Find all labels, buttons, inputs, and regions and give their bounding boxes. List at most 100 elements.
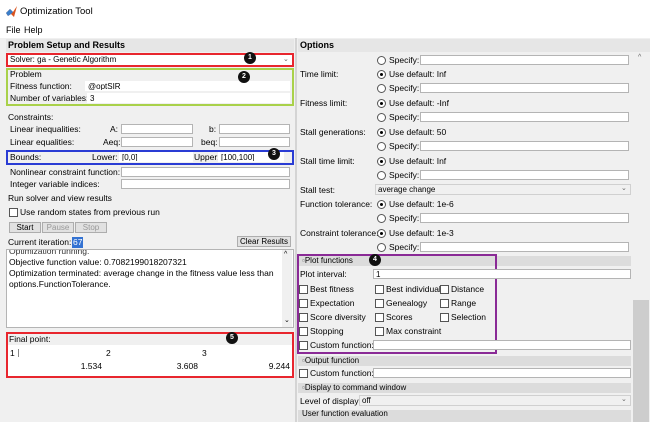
stall-test-select[interactable]: average change: [375, 184, 631, 195]
stopping-label: Stopping: [310, 326, 344, 336]
integer-label: Integer variable indices:: [10, 179, 100, 189]
fitness-limit-specify-input[interactable]: [420, 112, 629, 122]
pause-button[interactable]: Pause: [42, 222, 74, 233]
problem-title: Problem: [10, 69, 42, 79]
level-of-display-select[interactable]: off: [359, 395, 631, 406]
expectation-checkbox[interactable]: [299, 299, 308, 308]
range-checkbox[interactable]: [440, 299, 449, 308]
output-function-section[interactable]: ▫Output function: [298, 356, 631, 366]
distance-checkbox[interactable]: [440, 285, 449, 294]
constraint-tolerance-default-label: Use default: 1e-3: [389, 228, 454, 238]
final-point-header-2: 2: [106, 348, 111, 358]
time-limit-specify-radio[interactable]: [377, 84, 386, 93]
stall-generations-specify-input[interactable]: [420, 141, 629, 151]
user-eval-section[interactable]: User function evaluation: [298, 410, 631, 422]
score-diversity-checkbox[interactable]: [299, 313, 308, 322]
panel-splitter[interactable]: [295, 38, 297, 422]
output-custom-function-checkbox[interactable]: [299, 369, 308, 378]
specify-label: Specify:: [389, 141, 420, 151]
results-line-objective: Objective function value: 0.708219901820…: [9, 257, 187, 267]
specify-label: Specify:: [389, 55, 420, 65]
badge-2: 2: [238, 71, 250, 83]
best-fitness-checkbox[interactable]: [299, 285, 308, 294]
function-tolerance-specify-input[interactable]: [420, 213, 629, 223]
constraint-tolerance-default-radio[interactable]: [377, 229, 386, 238]
final-point-header-3: 3: [202, 348, 207, 358]
stall-generations-default-radio[interactable]: [377, 128, 386, 137]
results-textarea[interactable]: Optimization running. Objective function…: [6, 249, 294, 328]
time-limit-label: Time limit:: [300, 69, 339, 79]
integer-input[interactable]: [121, 179, 290, 189]
stall-time-limit-specify-input[interactable]: [420, 170, 629, 180]
scores-checkbox[interactable]: [375, 313, 384, 322]
level-of-display-chevron-icon[interactable]: ⌄: [621, 395, 627, 403]
final-point-label: Final point:: [9, 334, 51, 344]
function-tolerance-label: Function tolerance:: [300, 199, 373, 209]
stall-test-label: Stall test:: [300, 185, 335, 195]
start-button[interactable]: Start: [9, 222, 41, 233]
current-iteration-label: Current iteration:: [8, 237, 72, 247]
genealogy-checkbox[interactable]: [375, 299, 384, 308]
b-input[interactable]: [219, 124, 290, 134]
max-constraint-checkbox[interactable]: [375, 327, 384, 336]
output-custom-function-input[interactable]: [373, 368, 631, 378]
time-limit-specify-input[interactable]: [420, 83, 629, 93]
final-point-header-1: 1: [10, 348, 15, 358]
scroll-up-icon[interactable]: ^: [284, 251, 287, 258]
options-scroll-up-icon[interactable]: ^: [638, 54, 641, 61]
constraint-tolerance-specify-input[interactable]: [420, 242, 629, 252]
function-tolerance-specify-radio[interactable]: [377, 214, 386, 223]
clear-results-button[interactable]: Clear Results: [237, 236, 291, 247]
selection-checkbox[interactable]: [440, 313, 449, 322]
fitness-function-input[interactable]: @optSIR: [85, 81, 290, 91]
fitness-function-label: Fitness function:: [10, 81, 72, 91]
fitness-limit-default-radio[interactable]: [377, 99, 386, 108]
lower-label: Lower:: [92, 152, 118, 162]
plot-interval-label: Plot interval:: [300, 269, 347, 279]
stall-generations-specify-radio[interactable]: [377, 142, 386, 151]
specify-label: Specify:: [389, 112, 420, 122]
time-specify-radio-prev[interactable]: [377, 56, 386, 65]
specify-input-top[interactable]: [420, 55, 629, 65]
time-limit-default-radio[interactable]: [377, 70, 386, 79]
plot-custom-function-input[interactable]: [373, 340, 631, 350]
display-section[interactable]: ▫Display to command window: [298, 383, 631, 393]
fitness-limit-default-label: Use default: -Inf: [389, 98, 450, 108]
best-individual-checkbox[interactable]: [375, 285, 384, 294]
plot-interval-input[interactable]: 1: [373, 269, 631, 279]
random-states-label: Use random states from previous run: [20, 207, 160, 217]
nvars-input[interactable]: 3: [87, 93, 290, 103]
stop-button[interactable]: Stop: [75, 222, 107, 233]
Aeq-input[interactable]: [121, 137, 193, 147]
window-title: Optimization Tool: [20, 6, 93, 17]
output-custom-function-label: Custom function:: [310, 368, 374, 378]
specify-label: Specify:: [389, 83, 420, 93]
plot-custom-function-checkbox[interactable]: [299, 341, 308, 350]
stall-time-limit-specify-radio[interactable]: [377, 171, 386, 180]
nonlinear-label: Nonlinear constraint function:: [10, 167, 121, 177]
options-scrollbar-thumb[interactable]: [633, 300, 649, 422]
level-of-display-label: Level of display:: [300, 396, 361, 406]
final-point-value-2: 3.608: [176, 361, 198, 371]
beq-input[interactable]: [219, 137, 290, 147]
constraint-tolerance-specify-radio[interactable]: [377, 243, 386, 252]
scroll-down-icon[interactable]: ⌄: [284, 316, 290, 324]
score-diversity-label: Score diversity: [310, 312, 366, 322]
function-tolerance-default-radio[interactable]: [377, 200, 386, 209]
specify-label: Specify:: [389, 242, 420, 252]
nonlinear-input[interactable]: [121, 167, 290, 177]
menu-file[interactable]: File: [6, 25, 21, 35]
best-fitness-label: Best fitness: [310, 284, 354, 294]
stopping-checkbox[interactable]: [299, 327, 308, 336]
menu-help[interactable]: Help: [24, 25, 43, 35]
stall-time-limit-label: Stall time limit:: [300, 156, 355, 166]
stall-time-limit-default-radio[interactable]: [377, 157, 386, 166]
lower-bound-input[interactable]: [0,0]: [119, 152, 193, 162]
specify-label: Specify:: [389, 213, 420, 223]
nvars-label: Number of variables:: [10, 93, 89, 103]
fitness-limit-specify-radio[interactable]: [377, 113, 386, 122]
stall-test-chevron-icon[interactable]: ⌄: [621, 184, 627, 192]
A-input[interactable]: [121, 124, 193, 134]
solver-dropdown-chevron-icon[interactable]: ⌄: [283, 55, 289, 63]
random-states-checkbox[interactable]: [9, 208, 18, 217]
